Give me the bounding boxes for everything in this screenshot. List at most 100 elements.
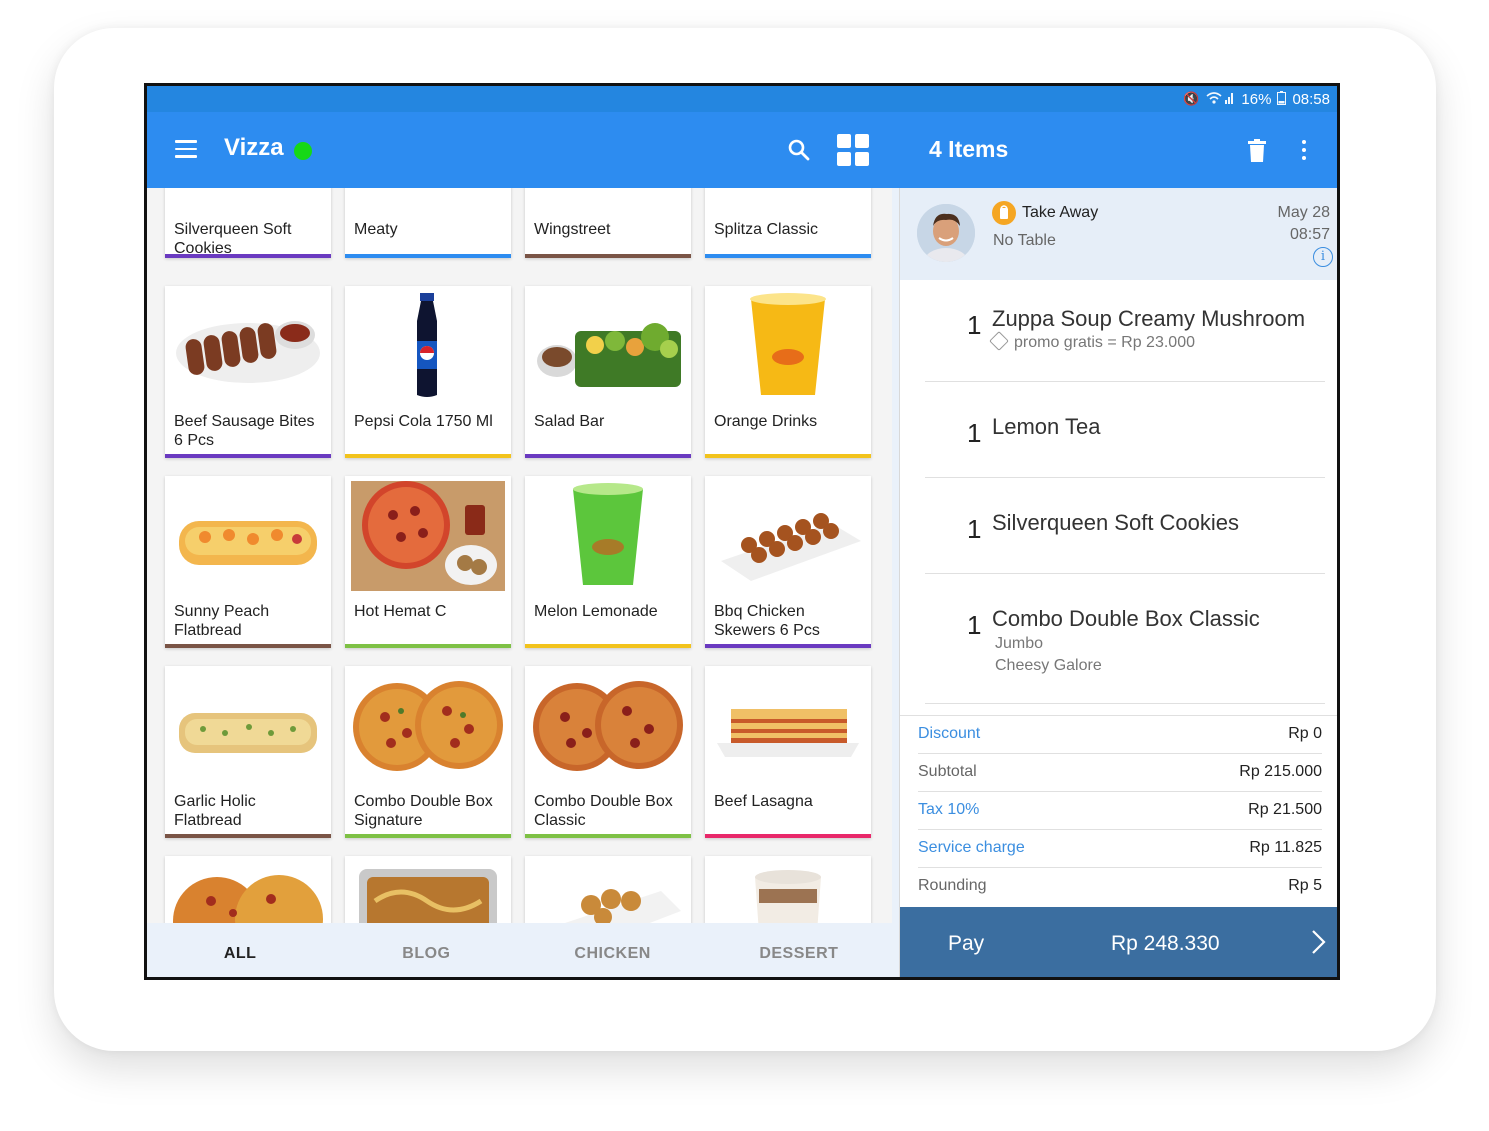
summary-label[interactable]: Service charge bbox=[918, 839, 1025, 857]
product-name: Combo Double Box Classic bbox=[534, 793, 673, 829]
baked-dish-image bbox=[359, 869, 497, 923]
item-quantity: 1 bbox=[967, 310, 982, 340]
peach-flatbread-image bbox=[179, 521, 317, 565]
tab-chicken[interactable]: CHICKEN bbox=[520, 923, 706, 977]
product-name: Garlic Holic Flatbread bbox=[174, 793, 256, 829]
summary-label[interactable]: Tax 10% bbox=[918, 801, 979, 819]
product-tile[interactable]: Sunny Peach Flatbread bbox=[165, 476, 331, 648]
category-color-bar bbox=[705, 834, 871, 838]
product-tile[interactable]: Melon Lemonade bbox=[525, 476, 691, 648]
product-name: Beef Lasagna bbox=[714, 793, 813, 810]
product-name: Orange Drinks bbox=[714, 413, 818, 430]
trash-icon[interactable] bbox=[1247, 139, 1267, 163]
item-name: Zuppa Soup Creamy Mushroom bbox=[992, 306, 1306, 331]
take-away-icon bbox=[992, 201, 1016, 225]
status-bar: 🔇 16% 08:58 bbox=[147, 86, 1337, 112]
battery-icon bbox=[1277, 90, 1287, 108]
promo-tag-icon bbox=[989, 331, 1009, 351]
product-tile[interactable]: Combo Double Box Classic bbox=[525, 666, 691, 838]
category-color-bar bbox=[525, 834, 691, 838]
product-tile[interactable]: Splitza Classic bbox=[705, 188, 871, 258]
product-tile[interactable]: Hot Hemat C bbox=[345, 476, 511, 648]
customer-avatar[interactable] bbox=[917, 204, 975, 262]
product-tile[interactable] bbox=[525, 856, 691, 923]
pay-button[interactable]: Pay Rp 248.330 bbox=[900, 907, 1337, 977]
category-color-bar bbox=[525, 254, 691, 258]
info-icon[interactable]: i bbox=[1313, 247, 1333, 267]
item-modifier: Cheesy Galore bbox=[995, 657, 1102, 674]
hot-hemat-image bbox=[351, 481, 505, 591]
app-title: Vizza bbox=[224, 134, 284, 161]
salad-bar-image bbox=[537, 323, 681, 387]
category-color-bar bbox=[525, 454, 691, 458]
item-modifier: Jumbo bbox=[995, 635, 1044, 652]
category-color-bar bbox=[165, 254, 331, 258]
product-tile[interactable] bbox=[705, 856, 871, 923]
category-color-bar bbox=[525, 644, 691, 648]
category-color-bar bbox=[345, 834, 511, 838]
product-tile[interactable] bbox=[345, 856, 511, 923]
category-color-bar bbox=[165, 644, 331, 648]
summary-label: Rounding bbox=[918, 877, 987, 894]
product-name: Sunny Peach Flatbread bbox=[174, 603, 270, 639]
item-quantity: 1 bbox=[967, 514, 982, 544]
more-options-icon[interactable] bbox=[1302, 140, 1308, 162]
category-color-bar bbox=[165, 834, 331, 838]
category-color-bar bbox=[705, 644, 871, 648]
category-color-bar bbox=[345, 644, 511, 648]
product-tile[interactable]: Beef Lasagna bbox=[705, 666, 871, 838]
search-icon[interactable] bbox=[787, 138, 811, 162]
category-color-bar bbox=[705, 454, 871, 458]
order-item[interactable]: 1 Combo Double Box Classic Jumbo Cheesy … bbox=[925, 574, 1325, 704]
order-time: 08:57 bbox=[1289, 226, 1330, 243]
pizza-image bbox=[173, 875, 323, 923]
product-tile[interactable]: Meaty bbox=[345, 188, 511, 258]
order-item[interactable]: 1 Lemon Tea bbox=[925, 382, 1325, 478]
product-tile[interactable]: Bbq Chicken Skewers 6 Pcs bbox=[705, 476, 871, 648]
online-status-indicator bbox=[294, 142, 312, 160]
product-name: Combo Double Box Signature bbox=[354, 793, 493, 829]
item-quantity: 1 bbox=[967, 610, 982, 640]
summary-row-subtotal: Subtotal Rp 215.000 bbox=[918, 754, 1322, 792]
clock: 08:58 bbox=[1292, 90, 1330, 108]
category-color-bar bbox=[165, 454, 331, 458]
chicken-bites-image bbox=[565, 889, 681, 923]
grid-view-icon[interactable] bbox=[837, 134, 871, 166]
summary-row-discount[interactable]: Discount Rp 0 bbox=[918, 716, 1322, 754]
summary-label[interactable]: Discount bbox=[918, 725, 980, 743]
product-grid: Silverqueen Soft Cookies Meaty Wingstree… bbox=[147, 188, 892, 923]
product-tile[interactable]: Wingstreet bbox=[525, 188, 691, 258]
table-label[interactable]: No Table bbox=[993, 232, 1056, 250]
tab-blog[interactable]: BLOG bbox=[333, 923, 519, 977]
product-tile[interactable] bbox=[165, 856, 331, 923]
chevron-right-icon bbox=[1310, 929, 1326, 955]
combo-classic-image bbox=[533, 681, 683, 771]
menu-icon[interactable] bbox=[175, 140, 197, 158]
product-name: Hot Hemat C bbox=[354, 603, 447, 620]
category-tab-bar: ALL BLOG CHICKEN DESSERT bbox=[147, 923, 892, 977]
product-tile[interactable]: Combo Double Box Signature bbox=[345, 666, 511, 838]
summary-row-tax[interactable]: Tax 10% Rp 21.500 bbox=[918, 792, 1322, 830]
product-tile[interactable]: Silverqueen Soft Cookies bbox=[165, 188, 331, 258]
order-type[interactable]: Take Away bbox=[1022, 204, 1098, 222]
summary-row-service-charge[interactable]: Service charge Rp 11.825 bbox=[918, 830, 1322, 868]
order-item[interactable]: 1 Zuppa Soup Creamy Mushroom promo grati… bbox=[925, 280, 1325, 382]
order-summary: Discount Rp 0 Subtotal Rp 215.000 Tax 10… bbox=[900, 715, 1337, 907]
product-tile[interactable]: Salad Bar bbox=[525, 286, 691, 458]
garlic-flatbread-image bbox=[179, 713, 317, 753]
item-name: Lemon Tea bbox=[992, 414, 1101, 439]
tab-dessert[interactable]: DESSERT bbox=[706, 923, 892, 977]
summary-value: Rp 215.000 bbox=[1239, 763, 1322, 780]
order-item[interactable]: 1 Silverqueen Soft Cookies bbox=[925, 478, 1325, 574]
category-color-bar bbox=[345, 254, 511, 258]
order-header: Take Away No Table May 28 08:57 i bbox=[900, 188, 1337, 280]
beef-sausage-image bbox=[176, 321, 320, 383]
product-tile[interactable]: Orange Drinks bbox=[705, 286, 871, 458]
product-tile[interactable]: Beef Sausage Bites 6 Pcs bbox=[165, 286, 331, 458]
product-tile[interactable]: Pepsi Cola 1750 Ml bbox=[345, 286, 511, 458]
product-tile[interactable]: Garlic Holic Flatbread bbox=[165, 666, 331, 838]
order-pane: Take Away No Table May 28 08:57 i 1 Zupp… bbox=[899, 188, 1337, 977]
tab-all[interactable]: ALL bbox=[147, 923, 333, 977]
summary-value: Rp 11.825 bbox=[1249, 839, 1322, 856]
product-name: Silverqueen Soft Cookies bbox=[174, 221, 292, 257]
